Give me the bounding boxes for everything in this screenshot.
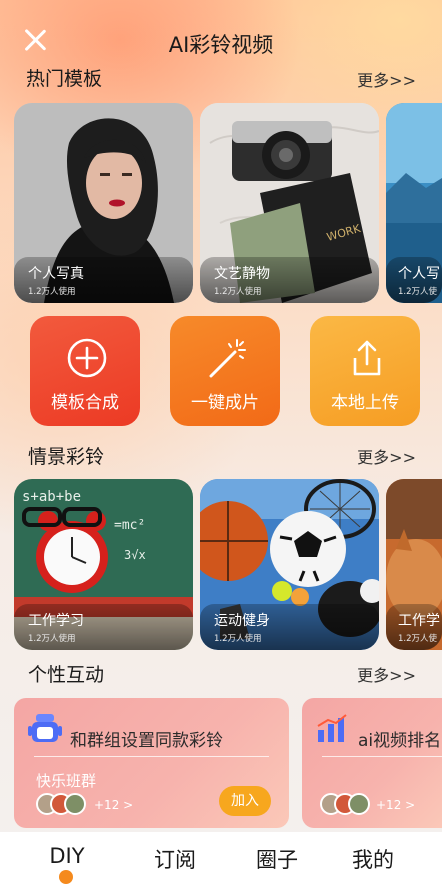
- section-title-scene: 情景彩铃: [28, 446, 105, 468]
- section-title-hot: 热门模板: [26, 68, 103, 90]
- card-usage: 1.2万人使用: [28, 287, 76, 297]
- tab-circle[interactable]: 圈子: [242, 844, 312, 874]
- tab-subscribe[interactable]: 订阅: [140, 844, 210, 874]
- card-title: 运动健身: [214, 613, 270, 629]
- scene-card[interactable]: 运动健身 1.2万人使用: [200, 479, 379, 650]
- card-title: 个人写真: [28, 266, 84, 282]
- section-title-interact: 个性互动: [28, 664, 105, 686]
- card-title: 工作学习: [28, 613, 84, 629]
- template-card[interactable]: 个人写真 1.2万人使用: [14, 103, 193, 303]
- one-click-button[interactable]: 一键成片: [170, 316, 280, 426]
- scene-card[interactable]: s+ab+be =mc² 3√x 工作学习 1.2万人使用: [14, 479, 193, 650]
- action-label: 模板合成: [51, 393, 119, 413]
- template-compose-button[interactable]: 模板合成: [30, 316, 140, 426]
- card-usage: 1.2万人使用: [28, 634, 76, 644]
- card-usage: 1.2万人使用: [214, 287, 262, 297]
- card-label: 工作学 1.2万人使: [386, 604, 442, 650]
- bar-chart-icon: [317, 714, 347, 742]
- card-headline: 和群组设置同款彩铃: [70, 731, 223, 751]
- scene-card[interactable]: 工作学 1.2万人使: [386, 479, 442, 650]
- group-name: 快乐班群: [36, 772, 97, 790]
- card-title: 个人写: [398, 266, 440, 282]
- action-label: 本地上传: [331, 393, 399, 413]
- group-ringtone-card[interactable]: 和群组设置同款彩铃 快乐班群 +12 > 加入: [14, 698, 289, 828]
- more-link-hot[interactable]: 更多>>: [357, 67, 416, 91]
- divider: [322, 756, 442, 757]
- avatar-group: [320, 793, 376, 815]
- member-count[interactable]: +12 >: [376, 798, 415, 812]
- robot-icon: [28, 714, 62, 742]
- more-link-scene[interactable]: 更多>>: [357, 444, 416, 468]
- card-label: 工作学习 1.2万人使用: [14, 604, 193, 650]
- upload-icon: [353, 340, 381, 376]
- svg-text:3√x: 3√x: [124, 548, 146, 562]
- svg-text:s+ab+be: s+ab+be: [22, 489, 81, 505]
- divider: [34, 756, 269, 757]
- ranking-card[interactable]: ai视频排名 +12 >: [302, 698, 442, 828]
- tab-diy[interactable]: DIY: [32, 844, 102, 868]
- card-title: 文艺静物: [214, 266, 270, 282]
- bottom-tab-bar: DIY 订阅 圈子 我的: [0, 832, 442, 894]
- page-title: AI彩铃视频: [168, 33, 274, 57]
- card-label: 文艺静物 1.2万人使用: [200, 257, 379, 303]
- member-count[interactable]: +12 >: [94, 798, 133, 812]
- magic-wand-icon: [209, 339, 246, 378]
- card-usage: 1.2万人使: [398, 634, 438, 644]
- avatar: [64, 793, 86, 815]
- card-label: 运动健身 1.2万人使用: [200, 604, 379, 650]
- card-headline: ai视频排名: [358, 731, 442, 751]
- card-usage: 1.2万人使用: [214, 634, 262, 644]
- tab-mine[interactable]: 我的: [338, 844, 408, 874]
- local-upload-button[interactable]: 本地上传: [310, 316, 420, 426]
- svg-text:=mc²: =mc²: [114, 518, 145, 533]
- card-title: 工作学: [398, 613, 440, 629]
- card-label: 个人写 1.2万人使: [386, 257, 442, 303]
- avatar: [348, 793, 370, 815]
- template-card[interactable]: WORK 文艺静物 1.2万人使用: [200, 103, 379, 303]
- card-label: 个人写真 1.2万人使用: [14, 257, 193, 303]
- plus-circle-icon: [67, 338, 107, 378]
- template-card[interactable]: 个人写 1.2万人使: [386, 103, 442, 303]
- avatar-group: [36, 793, 92, 815]
- active-tab-indicator: [59, 870, 73, 884]
- card-usage: 1.2万人使: [398, 287, 438, 297]
- more-link-interact[interactable]: 更多>>: [357, 662, 416, 686]
- join-button[interactable]: 加入: [219, 786, 271, 816]
- action-label: 一键成片: [191, 393, 259, 413]
